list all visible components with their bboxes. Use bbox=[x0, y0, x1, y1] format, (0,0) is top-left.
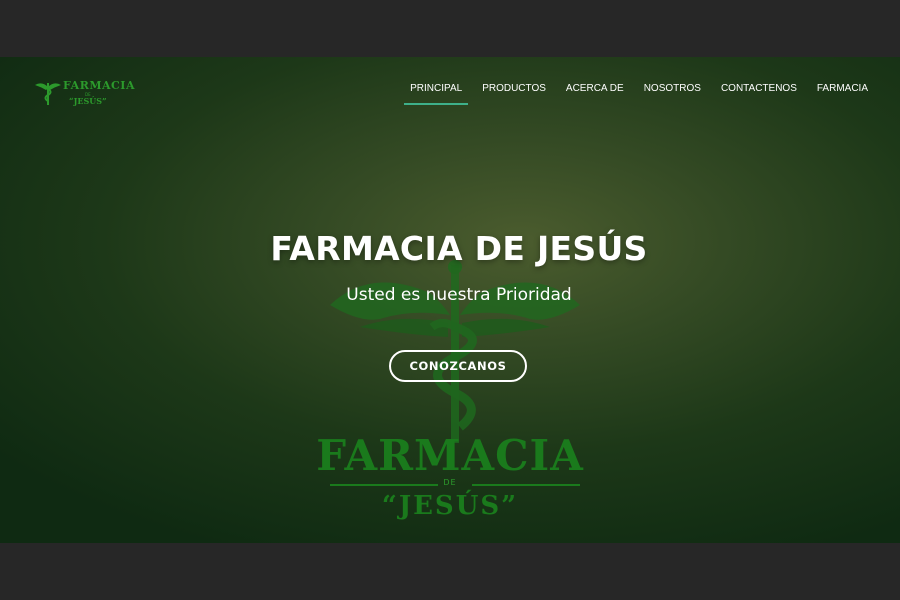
hero-title: FARMACIA DE JESÚS bbox=[270, 229, 648, 268]
nav-item-acerca-de[interactable]: ACERCA DE bbox=[556, 83, 634, 94]
emblem-text-bottom: “JESÚS” bbox=[381, 491, 519, 521]
conozcanos-button[interactable]: CONOZCANOS bbox=[389, 350, 527, 382]
emblem-divider-right bbox=[472, 484, 580, 486]
nav-item-productos[interactable]: PRODUCTOS bbox=[472, 83, 556, 94]
nav-item-principal[interactable]: PRINCIPAL bbox=[400, 83, 472, 105]
hero-subtitle: Usted es nuestra Prioridad bbox=[346, 285, 572, 305]
nav-item-farmacia[interactable]: FARMACIA bbox=[807, 83, 878, 94]
emblem-text-mid: DE bbox=[443, 478, 457, 487]
hero-section: FARMACIA DE “JESÚS” PRINCIPAL PRODUCTOS … bbox=[0, 57, 900, 543]
caduceus-icon bbox=[35, 83, 61, 105]
logo-text-top: FARMACIA bbox=[63, 79, 135, 92]
site-logo[interactable]: FARMACIA DE “JESÚS” bbox=[33, 77, 135, 107]
nav-item-nosotros[interactable]: NOSOTROS bbox=[634, 83, 711, 94]
nav-item-contactenos[interactable]: CONTACTENOS bbox=[711, 83, 807, 94]
emblem-text-top: FARMACIA bbox=[316, 431, 584, 480]
main-nav: PRINCIPAL PRODUCTOS ACERCA DE NOSOTROS C… bbox=[400, 83, 878, 105]
logo-text-bottom: “JESÚS” bbox=[69, 96, 107, 106]
